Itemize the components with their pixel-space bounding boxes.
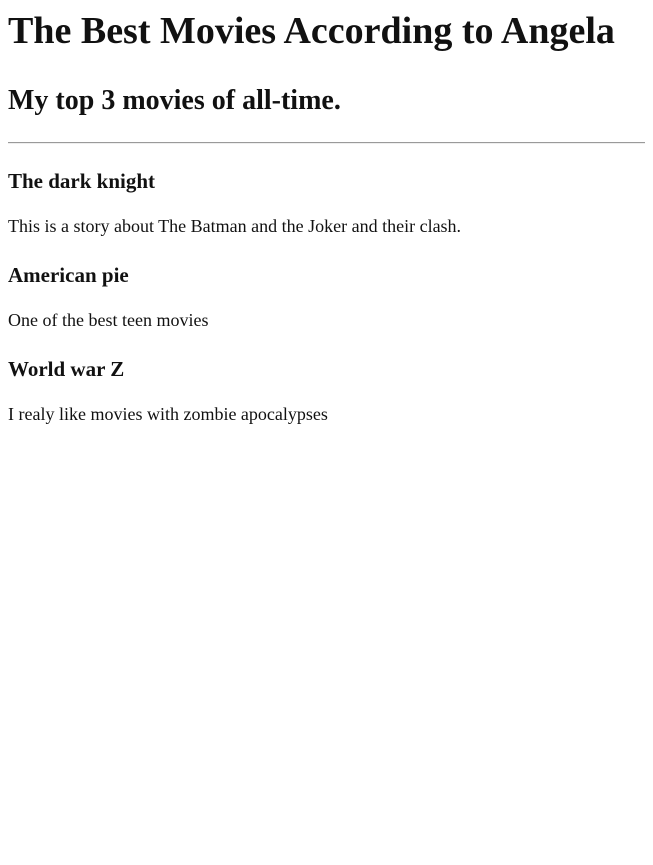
page-title: The Best Movies According to Angela: [8, 10, 615, 52]
movie-list: The dark knight This is a story about Th…: [8, 168, 645, 425]
movie-description: I realy like movies with zombie apocalyp…: [8, 404, 328, 424]
movie-item: American pie One of the best teen movies: [8, 262, 645, 331]
movie-description: One of the best teen movies: [8, 310, 209, 330]
divider: [8, 142, 645, 144]
movie-title: The dark knight: [8, 169, 156, 193]
movie-item: The dark knight This is a story about Th…: [8, 168, 645, 237]
movie-title: American pie: [8, 263, 129, 287]
movie-title: World war Z: [8, 357, 125, 381]
page-subtitle: My top 3 movies of all-time.: [8, 85, 341, 116]
movie-item: World war Z I realy like movies with zom…: [8, 356, 645, 425]
page-content: The Best Movies According to Angela My t…: [0, 8, 653, 425]
movie-description: This is a story about The Batman and the…: [8, 216, 462, 236]
